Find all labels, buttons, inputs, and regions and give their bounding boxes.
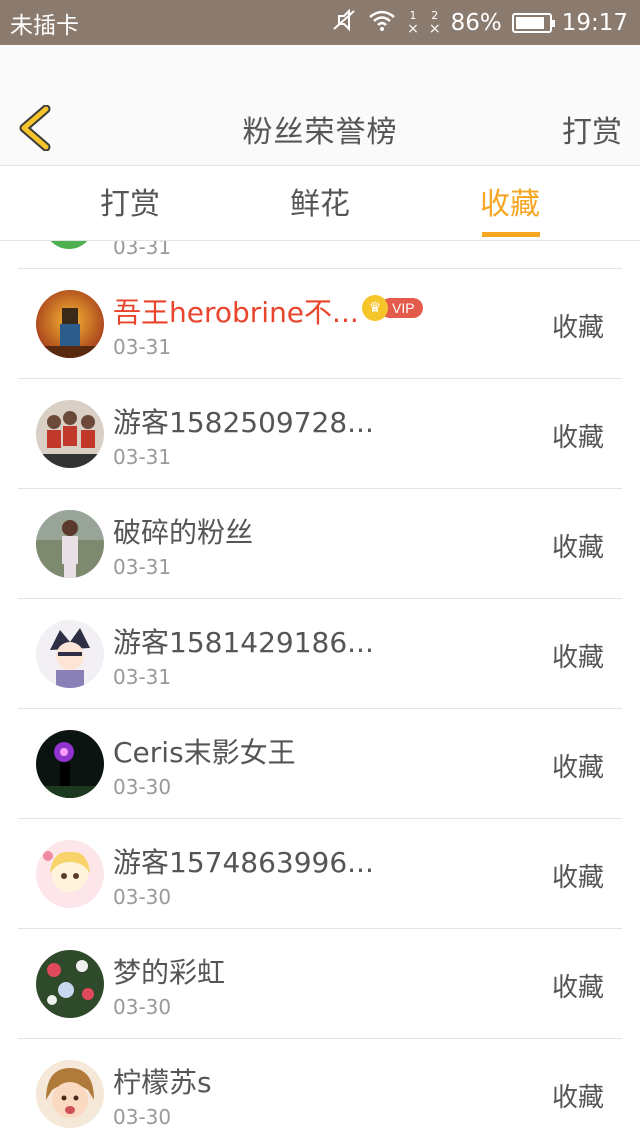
list-item[interactable]: Ceris末影女王 03-30 收藏 (18, 709, 622, 819)
list-item[interactable]: 柠檬苏s 03-30 收藏 (18, 1039, 622, 1138)
tab-bar: 打赏 鲜花 收藏 (0, 165, 640, 241)
list-item-name: 柠檬苏s (113, 1066, 212, 1099)
list-item-action: 收藏 (551, 973, 604, 1003)
list-item-date: 03-30 (113, 1105, 172, 1129)
fan-list[interactable]: 03-31 吾王herobrine不... ♛ VIP 03-31 收藏 游客1… (0, 241, 640, 1138)
avatar (36, 950, 104, 1018)
list-item-action: 收藏 (551, 643, 604, 673)
tab-reward[interactable]: 打赏 (40, 166, 220, 242)
avatar (36, 1060, 104, 1128)
list-item-date: 03-31 (113, 665, 172, 689)
list-item-name: 游客1574863996... (113, 846, 374, 879)
list-item[interactable]: 03-31 (18, 241, 622, 269)
list-item-action: 收藏 (551, 423, 604, 453)
reward-button[interactable]: 打赏 (562, 107, 622, 151)
wifi-icon (367, 8, 397, 38)
avatar (44, 241, 94, 249)
list-item-action: 收藏 (551, 1083, 604, 1113)
list-item[interactable]: 游客1582509728... 03-31 收藏 (18, 379, 622, 489)
avatar (36, 620, 104, 688)
sim2-label: 2 (431, 8, 439, 22)
avatar (36, 400, 104, 468)
list-item[interactable]: 梦的彩虹 03-30 收藏 (18, 929, 622, 1039)
list-item-name: 吾王herobrine不... (113, 296, 359, 329)
sim2-icon: 2 × (428, 8, 441, 37)
tab-favorites[interactable]: 收藏 (420, 166, 600, 242)
sim1-icon: 1 × (407, 8, 419, 37)
avatar (36, 730, 104, 798)
status-time: 19:17 (561, 9, 628, 36)
avatar (36, 510, 104, 578)
vip-badge: ♛ VIP (362, 295, 423, 321)
crown-icon: ♛ (362, 295, 388, 321)
list-item-date: 03-31 (113, 445, 172, 469)
page-title: 粉丝荣誉榜 (242, 115, 398, 150)
battery-icon (511, 12, 555, 33)
list-item-action: 收藏 (551, 533, 604, 563)
list-item-name: 游客1581429186... (113, 626, 374, 659)
active-tab-indicator (482, 232, 540, 237)
list-item-date: 03-31 (113, 555, 172, 579)
avatar (36, 290, 104, 358)
list-item-name: Ceris末影女王 (113, 736, 296, 769)
list-item[interactable]: 游客1574863996... 03-30 收藏 (18, 819, 622, 929)
sim1-x: × (407, 20, 419, 37)
list-item-date: 03-31 (113, 241, 172, 259)
list-item-name: 游客1582509728... (113, 406, 374, 439)
sim2-x: × (428, 20, 441, 37)
list-item-date: 03-30 (113, 775, 172, 799)
carrier-text: 未插卡 (10, 12, 79, 39)
list-item[interactable]: 破碎的粉丝 03-31 收藏 (18, 489, 622, 599)
list-item-date: 03-30 (113, 995, 172, 1019)
list-item-action: 收藏 (551, 863, 604, 893)
list-item-date: 03-31 (113, 335, 172, 359)
header: 粉丝荣誉榜 打赏 (0, 45, 640, 165)
status-bar: 未插卡 1 × 2 × 86% 19:17 (0, 0, 640, 45)
tab-flowers[interactable]: 鲜花 (230, 166, 410, 242)
avatar (36, 840, 104, 908)
list-item[interactable]: 游客1581429186... 03-31 收藏 (18, 599, 622, 709)
battery-fill (515, 16, 544, 29)
mute-icon (331, 8, 357, 38)
list-item-name: 破碎的粉丝 (113, 516, 254, 549)
list-item-action: 收藏 (551, 753, 604, 783)
battery-percent: 86% (450, 9, 502, 36)
list-item-action: 收藏 (551, 313, 604, 343)
list-item-name: 梦的彩虹 (113, 956, 226, 989)
list-item[interactable]: 吾王herobrine不... ♛ VIP 03-31 收藏 (18, 269, 622, 379)
sim1-label: 1 (409, 8, 417, 22)
list-item-date: 03-30 (113, 885, 172, 909)
